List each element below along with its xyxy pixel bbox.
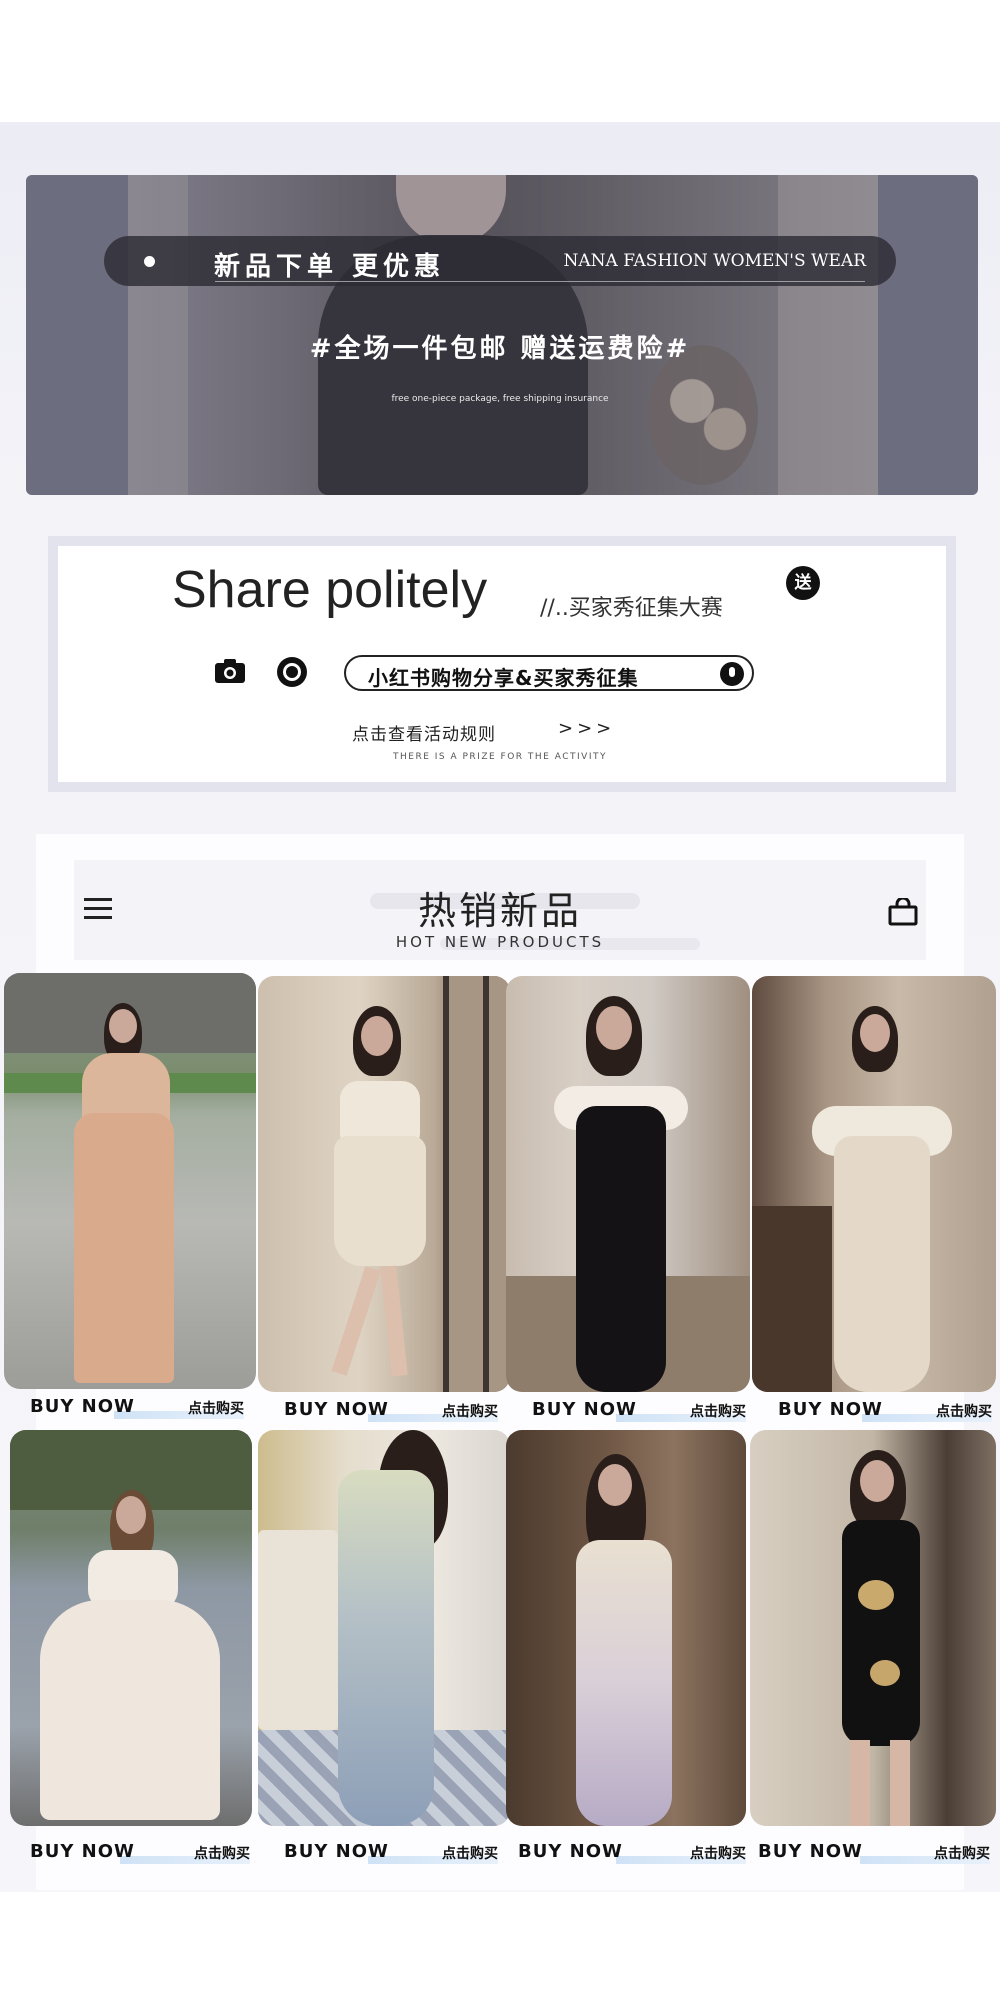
banner-promo: #全场一件包邮 赠送运费险# <box>309 334 691 364</box>
share-pill-label: 小红书购物分享&买家秀征集 <box>368 666 639 690</box>
product-image[interactable] <box>506 976 750 1392</box>
buy-now-cn-label[interactable]: 点击购买 <box>690 1401 746 1421</box>
share-subtitle: //..买家秀征集大赛 <box>540 596 723 621</box>
buy-now-label[interactable]: BUY NOW <box>778 1399 883 1420</box>
buy-now-cn-label[interactable]: 点击购买 <box>442 1843 498 1863</box>
gift-badge: 送 <box>786 566 820 600</box>
share-collection-button[interactable]: 小红书购物分享&买家秀征集 <box>344 655 754 691</box>
buy-now-cn-label[interactable]: 点击购买 <box>934 1843 990 1863</box>
product-image[interactable] <box>258 976 510 1392</box>
lens-icon <box>277 657 307 687</box>
bullet-icon <box>144 256 155 267</box>
buy-now-label[interactable]: BUY NOW <box>30 1396 135 1417</box>
mic-icon <box>720 662 744 686</box>
brand-name: NANA FASHION WOMEN'S WEAR <box>563 251 867 271</box>
share-title: Share politely <box>172 561 488 619</box>
prize-note: THERE IS A PRIZE FOR THE ACTIVITY <box>393 752 607 762</box>
buy-now-label[interactable]: BUY NOW <box>758 1841 863 1862</box>
buy-now-cn-label[interactable]: 点击购买 <box>690 1843 746 1863</box>
buy-now-label[interactable]: BUY NOW <box>518 1841 623 1862</box>
camera-icon <box>215 659 245 683</box>
divider <box>215 281 865 282</box>
product-image[interactable] <box>4 973 256 1389</box>
buy-now-label[interactable]: BUY NOW <box>284 1841 389 1862</box>
banner-promo-en: free one-piece package, free shipping in… <box>391 394 609 404</box>
buy-now-label[interactable]: BUY NOW <box>30 1841 135 1862</box>
buy-now-cn-label[interactable]: 点击购买 <box>442 1401 498 1421</box>
buy-now-cn-label[interactable]: 点击购买 <box>194 1843 250 1863</box>
banner-headline: 新品下单 更优惠 <box>214 252 446 282</box>
section-title: 热销新品 <box>417 889 582 933</box>
product-image[interactable] <box>506 1430 746 1826</box>
buy-now-label[interactable]: BUY NOW <box>532 1399 637 1420</box>
menu-icon[interactable] <box>84 898 112 920</box>
buy-now-cn-label[interactable]: 点击购买 <box>188 1398 244 1418</box>
rules-link[interactable]: 点击查看活动规则 <box>352 720 496 745</box>
buy-now-label[interactable]: BUY NOW <box>284 1399 389 1420</box>
product-image[interactable] <box>752 976 996 1392</box>
buy-now-cn-label[interactable]: 点击购买 <box>936 1401 992 1421</box>
product-image[interactable] <box>10 1430 252 1826</box>
banner-headline-pill: 新品下单 更优惠 NANA FASHION WOMEN'S WEAR <box>104 236 896 286</box>
shopping-bag-icon[interactable] <box>888 898 918 926</box>
rules-arrow[interactable]: >>> <box>558 718 615 739</box>
section-subtitle: HOT NEW PRODUCTS <box>395 933 605 951</box>
product-image[interactable] <box>258 1430 510 1826</box>
product-image[interactable] <box>750 1430 996 1826</box>
